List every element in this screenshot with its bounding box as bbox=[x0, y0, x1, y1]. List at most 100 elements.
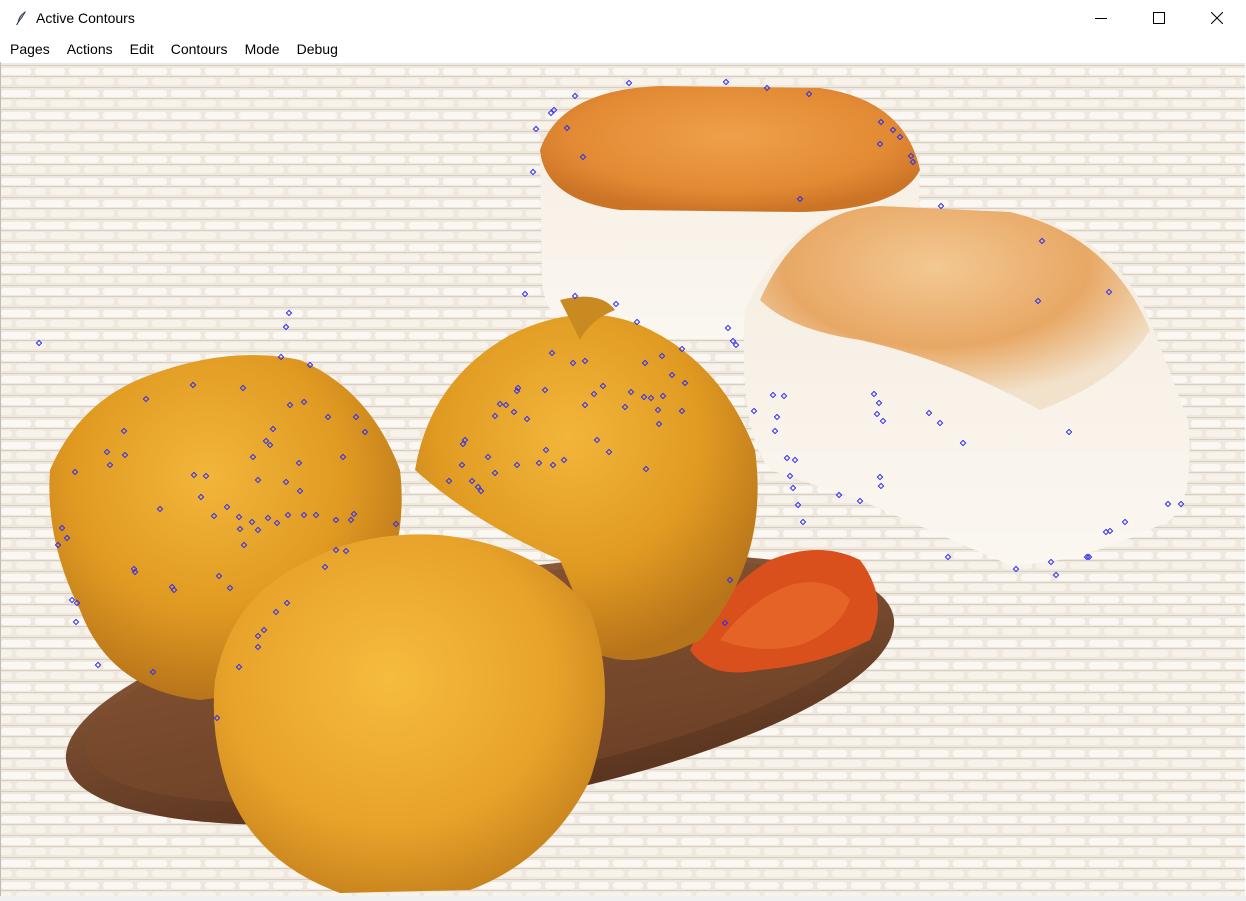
contour-point[interactable] bbox=[510, 408, 518, 416]
contour-point[interactable] bbox=[654, 406, 662, 414]
contour-point[interactable] bbox=[321, 563, 329, 571]
contour-point[interactable] bbox=[879, 417, 887, 425]
contour-point[interactable] bbox=[877, 118, 885, 126]
contour-point[interactable] bbox=[142, 395, 150, 403]
contour-point[interactable] bbox=[300, 511, 308, 519]
contour-point[interactable] bbox=[621, 403, 629, 411]
contour-point[interactable] bbox=[477, 487, 485, 495]
contour-point[interactable] bbox=[239, 384, 247, 392]
contour-point[interactable] bbox=[571, 292, 579, 300]
contour-point[interactable] bbox=[944, 553, 952, 561]
contour-point[interactable] bbox=[773, 413, 781, 421]
contour-point[interactable] bbox=[655, 420, 663, 428]
contour-point[interactable] bbox=[786, 472, 794, 480]
contour-point[interactable] bbox=[312, 511, 320, 519]
contour-point[interactable] bbox=[149, 668, 157, 676]
contour-point[interactable] bbox=[332, 516, 340, 524]
contour-point[interactable] bbox=[658, 352, 666, 360]
contour-point[interactable] bbox=[72, 618, 80, 626]
contour-point[interactable] bbox=[277, 353, 285, 361]
contour-point[interactable] bbox=[732, 341, 740, 349]
contour-point[interactable] bbox=[668, 371, 676, 379]
minimize-button[interactable] bbox=[1072, 0, 1130, 36]
contour-point[interactable] bbox=[642, 465, 650, 473]
contour-point[interactable] bbox=[202, 472, 210, 480]
contour-point[interactable] bbox=[659, 392, 667, 400]
menu-mode[interactable]: Mode bbox=[236, 36, 288, 62]
contour-point[interactable] bbox=[285, 309, 293, 317]
contour-point[interactable] bbox=[226, 584, 234, 592]
contour-point[interactable] bbox=[347, 516, 355, 524]
contour-point[interactable] bbox=[63, 534, 71, 542]
contour-point[interactable] bbox=[215, 572, 223, 580]
contour-point[interactable] bbox=[625, 79, 633, 87]
contour-point[interactable] bbox=[58, 524, 66, 532]
contour-point[interactable] bbox=[521, 290, 529, 298]
contour-point[interactable] bbox=[569, 359, 577, 367]
contour-point[interactable] bbox=[907, 152, 915, 160]
contour-point[interactable] bbox=[284, 511, 292, 519]
contour-point[interactable] bbox=[796, 195, 804, 203]
contour-point[interactable] bbox=[262, 437, 270, 445]
contour-point[interactable] bbox=[633, 318, 641, 326]
contour-point[interactable] bbox=[73, 599, 81, 607]
contour-point[interactable] bbox=[210, 512, 218, 520]
contour-point[interactable] bbox=[491, 469, 499, 477]
contour-point[interactable] bbox=[295, 459, 303, 467]
menu-contours[interactable]: Contours bbox=[162, 36, 236, 62]
contour-point[interactable] bbox=[106, 461, 114, 469]
contour-point[interactable] bbox=[496, 400, 504, 408]
contour-point[interactable] bbox=[783, 454, 791, 462]
contour-point[interactable] bbox=[68, 596, 76, 604]
contour-point[interactable] bbox=[260, 626, 268, 634]
contour-point[interactable] bbox=[35, 339, 43, 347]
contour-point[interactable] bbox=[523, 415, 531, 423]
contour-point[interactable] bbox=[563, 124, 571, 132]
menu-debug[interactable]: Debug bbox=[288, 36, 346, 62]
contour-point[interactable] bbox=[282, 478, 290, 486]
contour-point[interactable] bbox=[445, 477, 453, 485]
contour-point[interactable] bbox=[612, 300, 620, 308]
contour-point[interactable] bbox=[484, 453, 492, 461]
contour-point[interactable] bbox=[681, 379, 689, 387]
contour-point[interactable] bbox=[339, 453, 347, 461]
contour-point[interactable] bbox=[120, 427, 128, 435]
contour-point[interactable] bbox=[249, 453, 257, 461]
contour-point[interactable] bbox=[532, 125, 540, 133]
image-canvas[interactable] bbox=[1, 63, 1245, 896]
contour-point[interactable] bbox=[474, 483, 482, 491]
contour-point[interactable] bbox=[254, 526, 262, 534]
contour-point[interactable] bbox=[875, 399, 883, 407]
contour-point[interactable] bbox=[590, 390, 598, 398]
contour-point[interactable] bbox=[721, 619, 729, 627]
contour-point[interactable] bbox=[1177, 500, 1185, 508]
menu-edit[interactable]: Edit bbox=[121, 36, 162, 62]
contour-point[interactable] bbox=[641, 359, 649, 367]
contour-point[interactable] bbox=[542, 446, 550, 454]
contour-point[interactable] bbox=[240, 541, 248, 549]
contour-point[interactable] bbox=[789, 484, 797, 492]
contour-point[interactable] bbox=[870, 390, 878, 398]
contour-point[interactable] bbox=[1034, 297, 1042, 305]
contour-point[interactable] bbox=[272, 608, 280, 616]
contour-point[interactable] bbox=[1047, 558, 1055, 566]
contour-point[interactable] bbox=[248, 518, 256, 526]
contour-point[interactable] bbox=[190, 471, 198, 479]
contour-point[interactable] bbox=[213, 714, 221, 722]
contour-point[interactable] bbox=[197, 493, 205, 501]
menu-actions[interactable]: Actions bbox=[58, 36, 121, 62]
contour-point[interactable] bbox=[1164, 500, 1172, 508]
contour-point[interactable] bbox=[548, 349, 556, 357]
contour-point[interactable] bbox=[306, 361, 314, 369]
contour-point[interactable] bbox=[959, 439, 967, 447]
contour-point[interactable] bbox=[513, 461, 521, 469]
contour-point[interactable] bbox=[791, 456, 799, 464]
contour-point[interactable] bbox=[103, 448, 111, 456]
contour-point[interactable] bbox=[235, 663, 243, 671]
contour-point[interactable] bbox=[722, 78, 730, 86]
contour-point[interactable] bbox=[769, 391, 777, 399]
contour-point[interactable] bbox=[282, 323, 290, 331]
contour-point[interactable] bbox=[581, 357, 589, 365]
contour-point[interactable] bbox=[502, 401, 510, 409]
contour-point[interactable] bbox=[300, 398, 308, 406]
